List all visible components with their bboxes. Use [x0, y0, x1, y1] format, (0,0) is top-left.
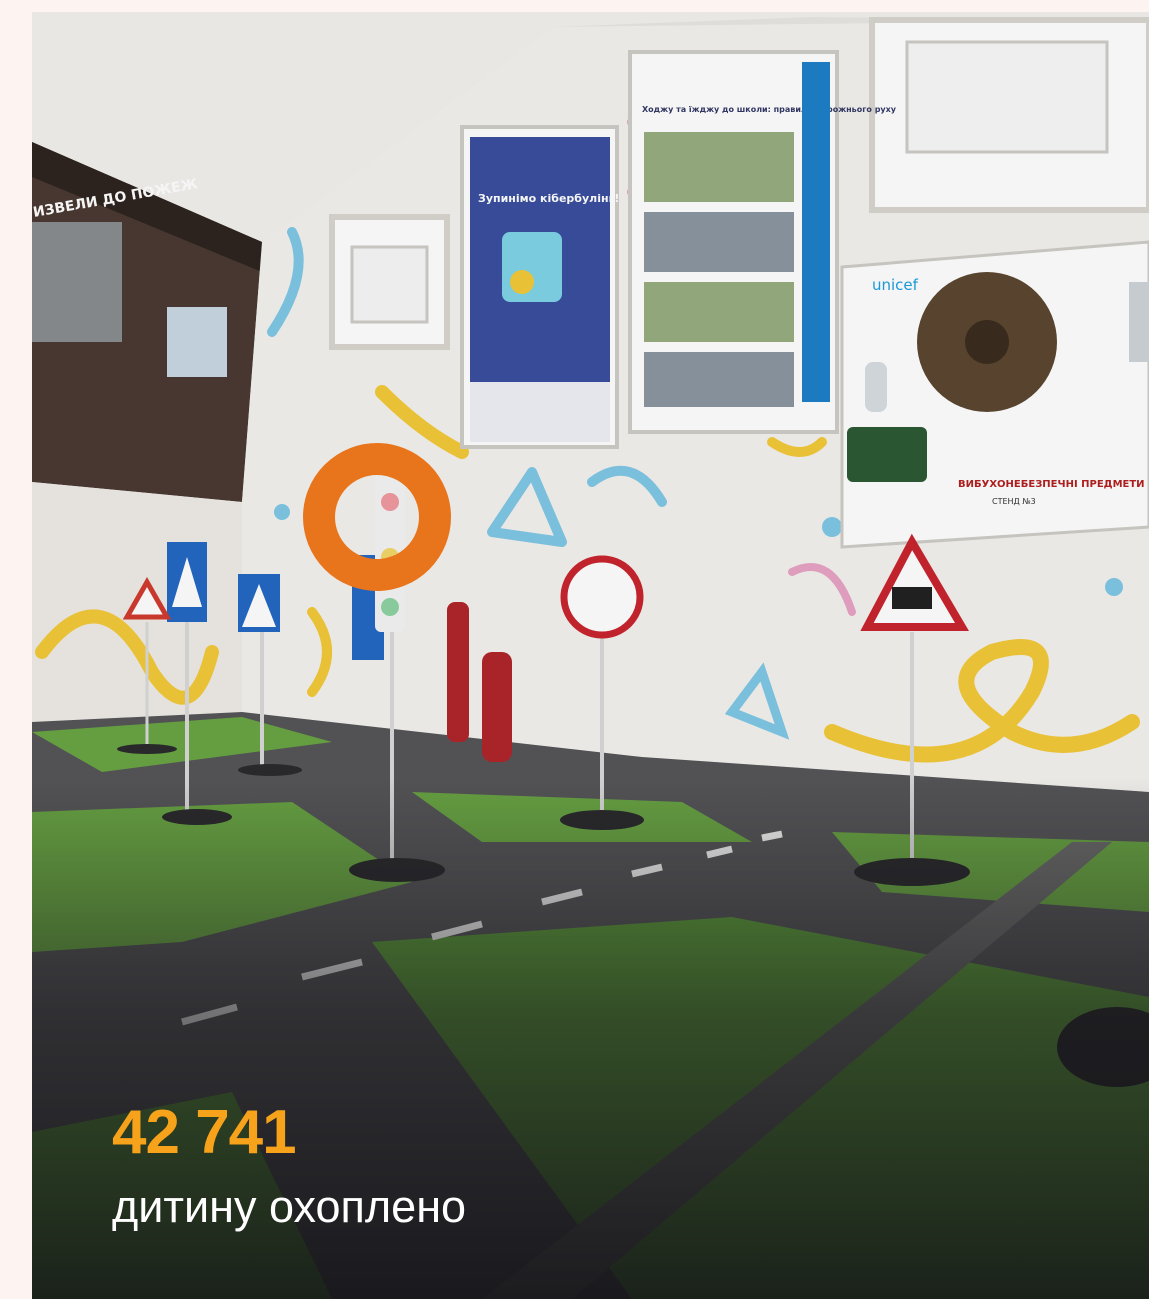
stat-block: 42 741 дитину охоплено — [112, 1098, 467, 1232]
photo-card: ИЗВЕЛИ ДО ПОЖЕЖ Зупинімо кібербулінг! — [32, 12, 1149, 1299]
stat-caption: дитину охоплено — [112, 1181, 467, 1232]
stat-number: 42 741 — [112, 1098, 297, 1167]
